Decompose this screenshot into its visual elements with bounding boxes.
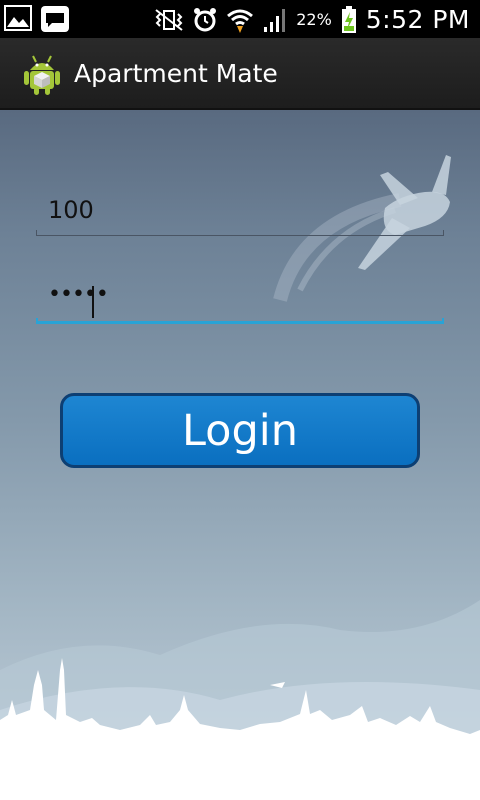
text-cursor (92, 286, 94, 318)
username-field[interactable]: 100 (36, 190, 444, 236)
system-icons: 22% 5:52 PM (154, 5, 470, 34)
alarm-icon (194, 7, 217, 31)
app-title: Apartment Mate (74, 59, 278, 88)
username-value: 100 (48, 196, 94, 224)
login-button[interactable]: Login (60, 393, 420, 468)
gallery-icon (4, 5, 32, 31)
battery-charging-icon (341, 5, 356, 33)
status-bar: 22% 5:52 PM (0, 0, 480, 38)
notification-icons (4, 5, 70, 33)
signal-icon (264, 8, 286, 32)
wifi-icon (227, 9, 254, 33)
android-icon[interactable] (22, 54, 62, 96)
battery-percent: 22% (296, 10, 332, 29)
action-bar: Apartment Mate (0, 38, 480, 110)
login-screen: 100 ••••• Login (0, 110, 480, 800)
username-underline (36, 230, 444, 236)
status-time: 5:52 PM (365, 5, 470, 34)
vibrate-mute-icon (155, 8, 183, 31)
messaging-icon (41, 6, 69, 32)
password-field[interactable]: ••••• (36, 278, 444, 324)
password-value: ••••• (48, 282, 109, 307)
password-underline (36, 318, 444, 324)
